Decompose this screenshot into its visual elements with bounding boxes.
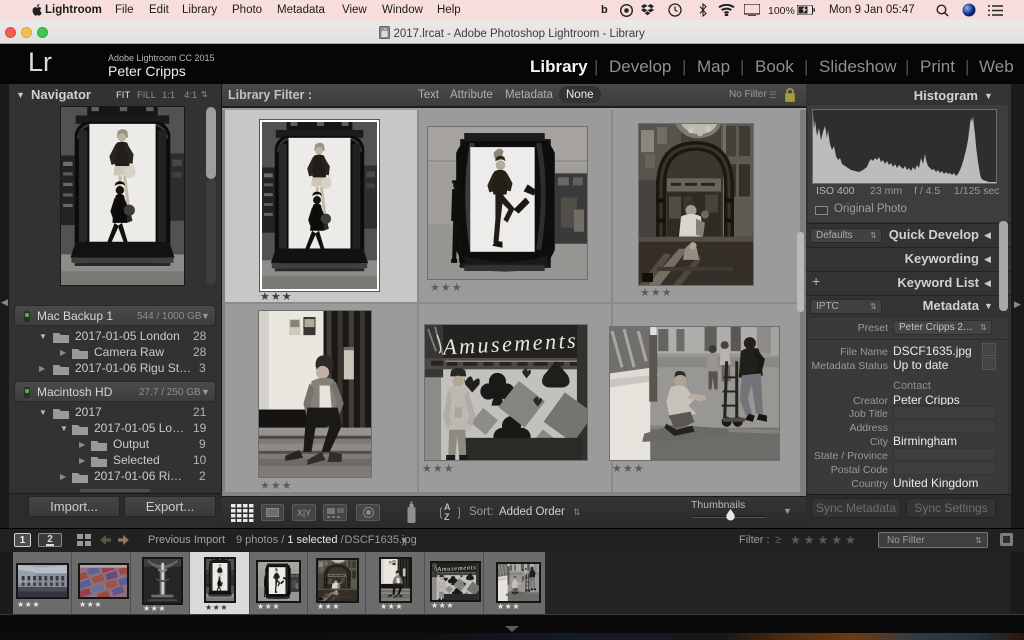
svg-text:LR: LR [383, 27, 388, 31]
